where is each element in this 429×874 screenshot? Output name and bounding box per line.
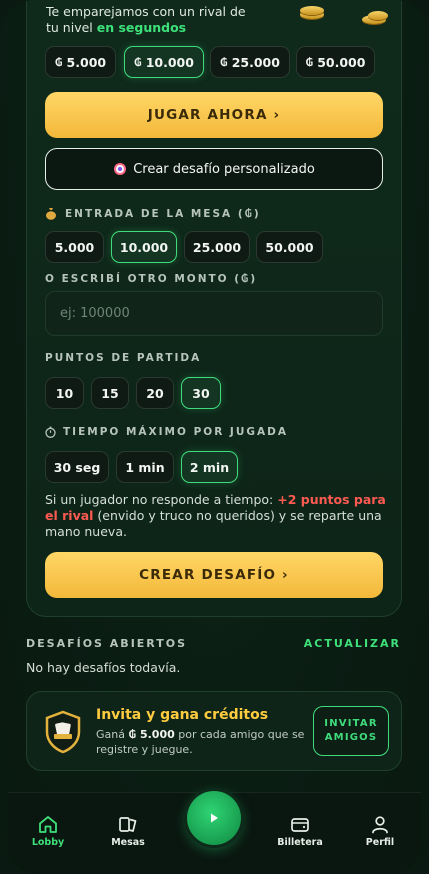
coin-stack-icon: [296, 6, 391, 26]
invite-button-line-2: AMIGOS: [324, 732, 378, 743]
timeout-note: Si un jugador no responde a tiempo: +2 p…: [45, 492, 387, 540]
custom-challenge-label: Crear desafío personalizado: [133, 161, 315, 177]
turn-time-2min[interactable]: 2 min: [181, 451, 238, 483]
invite-friends-button[interactable]: INVITAR AMIGOS: [313, 706, 389, 756]
other-amount-label: O ESCRIBÍ OTRO MONTO (₲): [45, 273, 258, 285]
points-label: PUNTOS DE PARTIDA: [45, 352, 202, 364]
invite-button-line-1: INVITAR: [324, 718, 378, 729]
other-amount-input[interactable]: [45, 291, 383, 336]
quick-amount-label: 10.000: [145, 54, 194, 70]
note-prefix: Si un jugador no responde a tiempo:: [45, 492, 274, 507]
target-icon: [114, 163, 127, 175]
home-icon: [39, 816, 57, 833]
refresh-button[interactable]: ACTUALIZAR: [304, 637, 401, 650]
intro-line-2: tu nivel en segundos: [46, 20, 246, 36]
nav-lobby-label: Lobby: [31, 837, 65, 848]
matchmaking-intro: Te emparejamos con un rival de tu nivel …: [46, 4, 246, 36]
note-suffix: (envido y truco no queridos) y se repart…: [45, 508, 382, 539]
currency-icon: ₲: [220, 55, 228, 69]
nav-wallet[interactable]: Billetera: [270, 815, 330, 848]
create-challenge-button[interactable]: CREAR DESAFÍO ›: [45, 552, 383, 598]
nav-profile[interactable]: Perfil: [350, 815, 410, 848]
app-frame: Te emparejamos con un rival de tu nivel …: [0, 0, 429, 874]
user-icon: [372, 816, 388, 834]
wallet-icon: [291, 818, 309, 832]
play-now-button[interactable]: JUGAR AHORA ›: [45, 92, 383, 138]
intro-highlight: en segundos: [96, 20, 187, 35]
invite-card: Invita y gana créditos Ganá ₲ 5.000 por …: [26, 691, 402, 771]
points-option-30[interactable]: 30: [181, 377, 221, 409]
points-option-10[interactable]: 10: [45, 377, 84, 409]
open-challenges-title: DESAFÍOS ABIERTOS: [26, 637, 188, 650]
quick-amount-label: 50.000: [317, 54, 366, 70]
invite-desc-amount: ₲ 5.000: [128, 728, 175, 741]
shield-cards-icon: [45, 710, 81, 754]
currency-icon: ₲: [54, 55, 63, 69]
currency-icon: ₲: [305, 55, 314, 69]
turn-time-30s[interactable]: 30 seg: [45, 451, 109, 483]
quick-amount-label: 25.000: [231, 54, 280, 70]
quick-amount-50000[interactable]: ₲ 50.000: [296, 46, 375, 78]
invite-desc-prefix: Ganá: [96, 728, 125, 741]
quick-amount-10000[interactable]: ₲ 10.000: [124, 46, 204, 78]
table-entry-label: ENTRADA DE LA MESA (₲): [45, 207, 261, 220]
nav-tables[interactable]: Mesas: [98, 815, 158, 848]
currency-icon: ₲: [134, 55, 142, 69]
nav-profile-label: Perfil: [365, 837, 395, 848]
empty-challenges-text: No hay desafíos todavía.: [26, 660, 181, 675]
money-bag-icon: [46, 208, 56, 220]
nav-wallet-label: Billetera: [277, 837, 323, 848]
entry-option-25000[interactable]: 25.000: [184, 231, 250, 263]
points-option-15[interactable]: 15: [91, 377, 129, 409]
stopwatch-icon: [45, 426, 56, 438]
turn-time-label: TIEMPO MÁXIMO POR JUGADA: [45, 426, 288, 438]
turn-time-1min[interactable]: 1 min: [116, 451, 174, 483]
quick-amount-5000[interactable]: ₲ 5.000: [45, 46, 116, 78]
quick-amount-label: 5.000: [66, 54, 107, 70]
entry-option-50000[interactable]: 50.000: [256, 231, 323, 263]
invite-title: Invita y gana créditos: [96, 707, 269, 723]
nav-lobby[interactable]: Lobby: [18, 815, 78, 848]
custom-challenge-button[interactable]: Crear desafío personalizado: [45, 148, 383, 190]
invite-description: Ganá ₲ 5.000 por cada amigo que se regis…: [96, 727, 311, 757]
turn-time-label-text: TIEMPO MÁXIMO POR JUGADA: [63, 426, 288, 438]
entry-option-10000[interactable]: 10.000: [111, 231, 177, 263]
quick-amount-25000[interactable]: ₲ 25.000: [210, 46, 290, 78]
table-entry-label-text: ENTRADA DE LA MESA (₲): [65, 207, 261, 220]
cards-icon: [119, 817, 137, 832]
play-button[interactable]: [187, 791, 241, 845]
nav-tables-label: Mesas: [111, 837, 145, 848]
points-option-20[interactable]: 20: [136, 377, 174, 409]
play-icon: [211, 813, 218, 823]
intro-line-1: Te emparejamos con un rival de: [46, 4, 246, 19]
entry-option-5000[interactable]: 5.000: [45, 231, 104, 263]
intro-line-2-prefix: tu nivel: [46, 20, 93, 35]
